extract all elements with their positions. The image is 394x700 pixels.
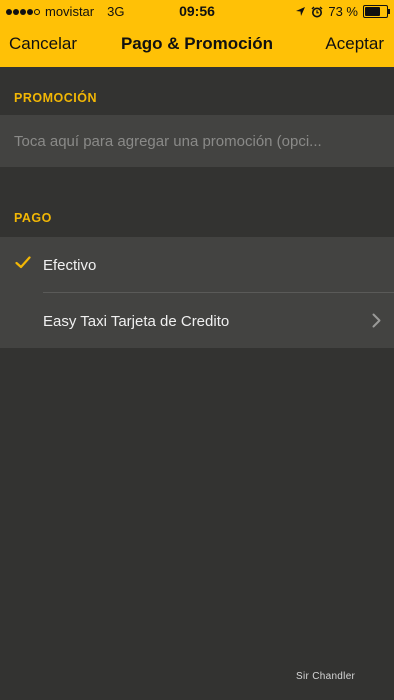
accept-button[interactable]: Aceptar	[325, 34, 384, 54]
status-right: 73 %	[295, 4, 390, 19]
promotion-row	[0, 115, 394, 167]
alarm-clock-icon	[311, 6, 323, 17]
watermark: Sir Chandler	[296, 671, 356, 682]
promotion-section-title: PROMOCIÓN	[14, 91, 97, 105]
promotion-input[interactable]	[14, 115, 380, 167]
header-bar: movistar 3G 09:56 73 % Cancelar Pago & P…	[0, 0, 394, 67]
payment-option-credit-card[interactable]: Easy Taxi Tarjeta de Credito	[0, 293, 394, 348]
payment-option-cash[interactable]: Efectivo	[0, 237, 394, 293]
payment-option-label: Efectivo	[43, 257, 97, 274]
checkmark-icon	[15, 256, 31, 269]
payment-options-list: Efectivo Easy Taxi Tarjeta de Credito	[0, 237, 394, 348]
payment-option-label: Easy Taxi Tarjeta de Credito	[43, 313, 230, 330]
chevron-right-icon	[372, 313, 381, 328]
navigation-bar: Cancelar Pago & Promoción Aceptar	[0, 30, 394, 60]
status-bar: movistar 3G 09:56 73 %	[0, 0, 394, 22]
battery-icon	[363, 5, 390, 18]
battery-percent: 73 %	[328, 4, 358, 19]
payment-section-title: PAGO	[14, 211, 52, 225]
cancel-button[interactable]: Cancelar	[9, 34, 77, 54]
location-arrow-icon	[296, 7, 306, 16]
